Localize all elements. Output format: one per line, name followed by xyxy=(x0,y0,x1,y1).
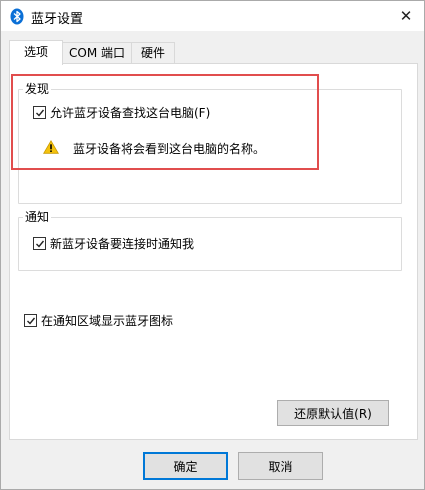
tab-hardware[interactable]: 硬件 xyxy=(131,42,175,63)
bluetooth-icon xyxy=(10,8,24,25)
show-tray-icon-label: 在通知区域显示蓝牙图标 xyxy=(41,314,174,328)
discovery-warning: 蓝牙设备将会看到这台电脑的名称。 xyxy=(43,140,265,157)
tab-com-ports[interactable]: COM 端口 xyxy=(61,42,133,63)
notify-option[interactable]: 新蓝牙设备要连接时通知我 xyxy=(33,235,194,252)
options-panel: 发现 允许蓝牙设备查找这台电脑(F) 蓝牙设备将会看到这台电脑的名称。 通知 新… xyxy=(9,63,418,440)
title-bar: 蓝牙设置 ✕ xyxy=(1,1,424,31)
show-tray-icon-checkbox[interactable] xyxy=(24,314,37,327)
restore-defaults-button[interactable]: 还原默认值(R) xyxy=(277,400,389,426)
cancel-button[interactable]: 取消 xyxy=(238,452,323,480)
window-title: 蓝牙设置 xyxy=(31,12,84,27)
close-icon: ✕ xyxy=(399,7,413,25)
show-tray-icon-option[interactable]: 在通知区域显示蓝牙图标 xyxy=(24,312,173,329)
allow-discover-option[interactable]: 允许蓝牙设备查找这台电脑(F) xyxy=(33,104,210,121)
discovery-group: 发现 允许蓝牙设备查找这台电脑(F) 蓝牙设备将会看到这台电脑的名称。 xyxy=(18,81,402,204)
checkmark-icon xyxy=(26,317,35,325)
warning-icon xyxy=(43,140,59,157)
allow-discover-checkbox[interactable] xyxy=(33,106,46,119)
allow-discover-label: 允许蓝牙设备查找这台电脑(F) xyxy=(50,106,211,120)
close-button[interactable]: ✕ xyxy=(388,1,424,31)
notification-group: 通知 新蓝牙设备要连接时通知我 xyxy=(18,209,402,271)
checkmark-icon xyxy=(35,240,44,248)
notify-checkbox[interactable] xyxy=(33,237,46,250)
dialog-body: 选项 COM 端口 硬件 发现 允许蓝牙设备查找这台电脑(F) 蓝牙设备将会看到… xyxy=(1,31,424,489)
checkmark-icon xyxy=(35,109,44,117)
ok-button[interactable]: 确定 xyxy=(143,452,228,480)
notification-group-label: 通知 xyxy=(23,209,52,225)
notify-label: 新蓝牙设备要连接时通知我 xyxy=(50,237,195,251)
discovery-group-label: 发现 xyxy=(23,81,52,97)
bluetooth-settings-window: 蓝牙设置 ✕ 选项 COM 端口 硬件 发现 允许蓝牙设备查找这台电脑(F) 蓝… xyxy=(0,0,425,490)
tab-options[interactable]: 选项 xyxy=(9,40,63,65)
warning-text: 蓝牙设备将会看到这台电脑的名称。 xyxy=(73,142,266,156)
